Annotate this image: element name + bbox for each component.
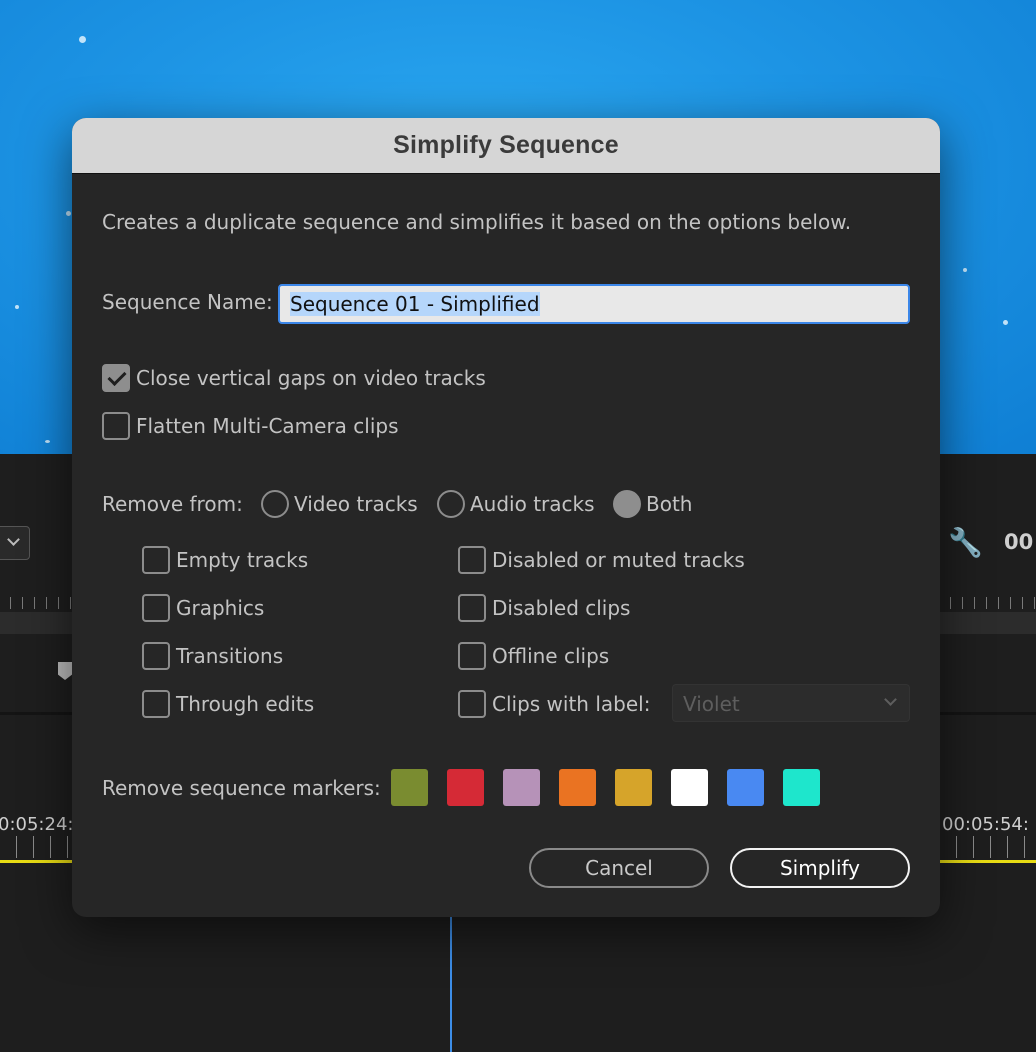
playhead-timecode[interactable]: 00 <box>1004 530 1033 554</box>
timeline-dropdown[interactable] <box>0 526 30 560</box>
marker-swatch-orange[interactable] <box>559 769 596 806</box>
disabled-muted-tracks-label[interactable]: Disabled or muted tracks <box>492 548 745 572</box>
close-gaps-checkbox[interactable] <box>102 364 130 392</box>
through-edits-checkbox[interactable] <box>142 690 170 718</box>
simplify-button[interactable]: Simplify <box>730 848 910 888</box>
ruler-timecode: 00:05:54: <box>942 814 1029 835</box>
simplify-sequence-dialog: Simplify Sequence Creates a duplicate se… <box>72 118 940 917</box>
chevron-down-icon <box>884 693 897 706</box>
cancel-button[interactable]: Cancel <box>529 848 709 888</box>
marker-swatch-rose[interactable] <box>503 769 540 806</box>
marker-swatch-cyan[interactable] <box>783 769 820 806</box>
offline-clips-checkbox[interactable] <box>458 642 486 670</box>
disabled-clips-checkbox[interactable] <box>458 594 486 622</box>
dialog-titlebar[interactable]: Simplify Sequence <box>72 118 940 174</box>
transitions-checkbox[interactable] <box>142 642 170 670</box>
audio-tracks-label[interactable]: Audio tracks <box>470 492 595 516</box>
work-area-bar[interactable] <box>940 860 1036 863</box>
marker-swatch-yellow[interactable] <box>615 769 652 806</box>
disabled-muted-tracks-checkbox[interactable] <box>458 546 486 574</box>
flatten-multicam-label[interactable]: Flatten Multi-Camera clips <box>136 414 399 438</box>
time-ruler <box>940 597 1036 609</box>
empty-tracks-checkbox[interactable] <box>142 546 170 574</box>
through-edits-label[interactable]: Through edits <box>176 692 314 716</box>
timeline-track <box>0 612 72 634</box>
offline-clips-label[interactable]: Offline clips <box>492 644 609 668</box>
both-radio[interactable] <box>613 490 641 518</box>
water-speck <box>45 440 50 443</box>
empty-tracks-label[interactable]: Empty tracks <box>176 548 308 572</box>
ruler-ticks <box>940 836 1036 858</box>
marker-swatch-blue[interactable] <box>727 769 764 806</box>
panel-divider <box>940 712 1036 715</box>
panel-divider <box>0 712 72 715</box>
playhead-line[interactable] <box>450 916 452 1052</box>
label-color-select[interactable]: Violet <box>672 684 910 722</box>
dialog-title: Simplify Sequence <box>393 131 619 159</box>
video-tracks-label[interactable]: Video tracks <box>294 492 418 516</box>
water-speck <box>66 211 71 216</box>
sequence-name-input[interactable]: Sequence 01 - Simplified <box>278 284 910 324</box>
clips-with-label-checkbox[interactable] <box>458 690 486 718</box>
clips-with-label-label[interactable]: Clips with label: <box>492 692 650 716</box>
ruler-timecode: 0:05:24: <box>0 814 74 835</box>
timeline-track <box>940 612 1036 634</box>
sequence-name-value: Sequence 01 - Simplified <box>290 292 540 316</box>
graphics-label[interactable]: Graphics <box>176 596 264 620</box>
dialog-description: Creates a duplicate sequence and simplif… <box>102 210 852 234</box>
sequence-name-label: Sequence Name: <box>102 290 273 314</box>
transitions-label[interactable]: Transitions <box>176 644 283 668</box>
water-speck <box>79 36 86 43</box>
time-ruler <box>0 597 72 609</box>
both-label[interactable]: Both <box>646 492 692 516</box>
close-gaps-label[interactable]: Close vertical gaps on video tracks <box>136 366 486 390</box>
audio-tracks-radio[interactable] <box>437 490 465 518</box>
water-speck <box>15 305 19 309</box>
chevron-down-icon <box>7 533 20 546</box>
flatten-multicam-checkbox[interactable] <box>102 412 130 440</box>
marker-swatch-green[interactable] <box>391 769 428 806</box>
marker-swatch-white[interactable] <box>671 769 708 806</box>
water-speck <box>963 268 967 272</box>
remove-markers-label: Remove sequence markers: <box>102 776 381 800</box>
work-area-bar[interactable] <box>0 860 72 863</box>
remove-from-label: Remove from: <box>102 492 243 516</box>
wrench-icon[interactable]: 🔧 <box>948 526 983 559</box>
marker-swatch-red[interactable] <box>447 769 484 806</box>
water-speck <box>1003 320 1008 325</box>
ruler-ticks <box>0 836 72 858</box>
graphics-checkbox[interactable] <box>142 594 170 622</box>
disabled-clips-label[interactable]: Disabled clips <box>492 596 630 620</box>
video-tracks-radio[interactable] <box>261 490 289 518</box>
label-color-value: Violet <box>683 692 740 716</box>
